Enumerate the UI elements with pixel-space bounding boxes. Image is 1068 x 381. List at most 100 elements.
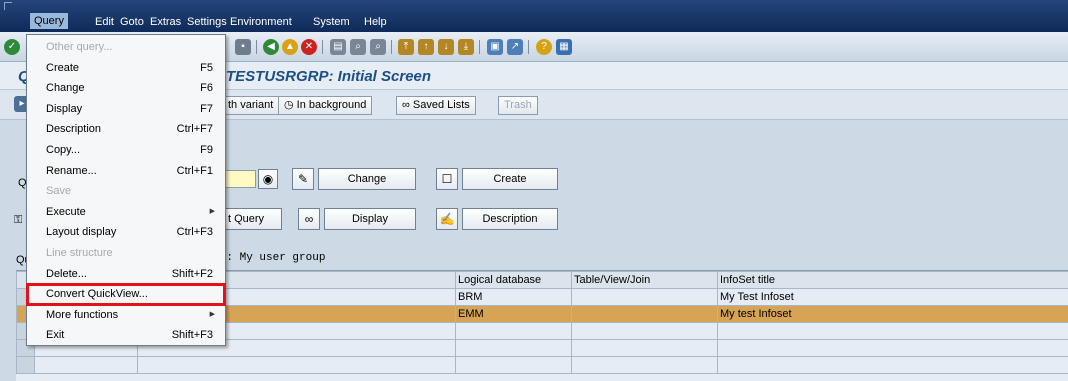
- next-page-icon[interactable]: ↓: [438, 39, 454, 55]
- menu-item-shortcut: F7: [200, 102, 213, 115]
- display-glasses-icon[interactable]: ∞: [298, 208, 320, 230]
- first-page-icon[interactable]: ⤒: [398, 39, 414, 55]
- menu-item-other-query: Other query...: [27, 37, 225, 58]
- create-page-icon[interactable]: ☐: [436, 168, 458, 190]
- menu-item-execute[interactable]: Execute ▶: [27, 202, 225, 223]
- table-cell: [571, 339, 718, 357]
- display-button[interactable]: Display: [324, 208, 416, 230]
- menu-item-change[interactable]: Change F6: [27, 78, 225, 99]
- menu-item-display[interactable]: Display F7: [27, 99, 225, 120]
- row-selector[interactable]: [16, 356, 35, 374]
- menu-item-shortcut: F6: [200, 82, 213, 95]
- menu-settings[interactable]: Settings: [187, 16, 227, 28]
- table-cell: [137, 356, 456, 374]
- table-row[interactable]: [16, 356, 1068, 374]
- menu-item-description[interactable]: Description Ctrl+F7: [27, 119, 225, 140]
- saved-lists-label: Saved Lists: [412, 99, 470, 111]
- save-icon[interactable]: ▪: [235, 39, 251, 55]
- menu-item-label: Save: [46, 185, 72, 198]
- exit-icon[interactable]: ▲: [282, 39, 298, 55]
- toolbar-separator: [528, 40, 529, 54]
- menu-help[interactable]: Help: [364, 16, 387, 28]
- table-cell: [717, 322, 1068, 340]
- change-pencil-icon[interactable]: ✎: [292, 168, 314, 190]
- table-cell: [455, 322, 572, 340]
- submenu-arrow-icon: ▶: [209, 310, 215, 318]
- change-button[interactable]: Change: [318, 168, 416, 190]
- menu-item-label: Other query...: [46, 41, 113, 53]
- menu-item-exit[interactable]: Exit Shift+F3: [27, 325, 225, 346]
- menu-item-label: Create: [46, 61, 80, 74]
- table-cell: My Test Infoset: [717, 288, 1068, 306]
- saved-lists-button[interactable]: ∞ Saved Lists: [396, 96, 476, 115]
- table-cell: [455, 356, 572, 374]
- menu-item-label: More functions: [46, 308, 119, 321]
- page-title: TESTUSRGRP: Initial Screen: [226, 68, 432, 85]
- table-cell: BRM: [455, 288, 572, 306]
- shortcut-icon[interactable]: ↗: [507, 39, 523, 55]
- new-session-icon[interactable]: ▣: [487, 39, 503, 55]
- menu-item-label: Description: [46, 123, 102, 136]
- menu-edit[interactable]: Edit: [95, 16, 114, 28]
- help-icon[interactable]: ?: [536, 39, 552, 55]
- menu-goto[interactable]: Goto: [120, 16, 144, 28]
- find-icon[interactable]: ⌕: [350, 39, 366, 55]
- description-doc-icon[interactable]: ✍: [436, 208, 458, 230]
- back-icon[interactable]: ◀: [263, 39, 279, 55]
- table-cell: [717, 339, 1068, 357]
- glasses-icon: ∞: [402, 99, 413, 111]
- menu-item-label: Display: [46, 102, 83, 115]
- menu-item-save: Save: [27, 181, 225, 202]
- menu-item-delete[interactable]: Delete... Shift+F2: [27, 264, 225, 285]
- query-dropdown-menu: Other query... Create F5 Change F6 Display F7 D…: [26, 34, 226, 346]
- menu-item-shortcut: F5: [200, 61, 213, 74]
- print-icon[interactable]: ▤: [330, 39, 346, 55]
- menu-environment[interactable]: Environment: [230, 16, 292, 28]
- menu-item-convert-quickview[interactable]: Convert QuickView...: [26, 283, 226, 307]
- menu-item-rename[interactable]: Rename... Ctrl+F1: [27, 161, 225, 182]
- description-button[interactable]: Description: [462, 208, 558, 230]
- find-next-icon[interactable]: ⌕: [370, 39, 386, 55]
- menu-query[interactable]: Query: [30, 13, 68, 29]
- trash-button[interactable]: Trash: [498, 96, 538, 115]
- menu-item-shortcut: Shift+F3: [171, 329, 213, 342]
- execute-with-variant-button[interactable]: th variant: [222, 96, 280, 115]
- menu-item-line-structure: Line structure: [27, 243, 225, 264]
- table-cell: [455, 339, 572, 357]
- clock-icon: ◷: [284, 99, 297, 111]
- column-header[interactable]: Table/View/Join: [571, 271, 718, 289]
- menu-item-label: Line structure: [46, 247, 113, 259]
- menu-item-shortcut: Shift+F2: [171, 267, 213, 280]
- toolbar-separator: [479, 40, 480, 54]
- menu-item-layout-display[interactable]: Layout display Ctrl+F3: [27, 222, 225, 243]
- table-cell: My test Infoset: [717, 305, 1068, 323]
- column-header[interactable]: Logical database: [455, 271, 572, 289]
- menu-item-create[interactable]: Create F5: [27, 58, 225, 79]
- enter-icon[interactable]: ✓: [4, 39, 20, 55]
- menu-item-shortcut: Ctrl+F3: [176, 226, 213, 239]
- menu-item-label: Delete...: [46, 267, 87, 280]
- table-cell: [571, 356, 718, 374]
- menu-item-shortcut: Ctrl+F1: [176, 164, 213, 177]
- menu-item-label: Execute: [46, 205, 86, 218]
- menu-item-shortcut: Ctrl+F7: [176, 123, 213, 136]
- toolbar-separator: [256, 40, 257, 54]
- cancel-icon[interactable]: ✕: [301, 39, 317, 55]
- last-page-icon[interactable]: ⤓: [458, 39, 474, 55]
- menu-item-label: Copy...: [46, 144, 81, 156]
- menu-item-label: Convert QuickView...: [46, 288, 148, 301]
- previous-page-icon[interactable]: ↑: [418, 39, 434, 55]
- column-header[interactable]: InfoSet title: [717, 271, 1068, 289]
- table-cell: [571, 322, 718, 340]
- table-cell: [571, 288, 718, 306]
- menu-item-copy[interactable]: Copy... F9: [27, 140, 225, 161]
- menu-item-label: Exit: [46, 329, 65, 342]
- customize-layout-icon[interactable]: ▦: [556, 39, 572, 55]
- menu-system[interactable]: System: [313, 16, 350, 28]
- create-button[interactable]: Create: [462, 168, 558, 190]
- execute-small-icon[interactable]: ⚿: [14, 214, 22, 227]
- menu-extras[interactable]: Extras: [150, 16, 181, 28]
- in-background-button[interactable]: ◷ In background: [278, 96, 373, 115]
- search-help-icon[interactable]: ◉: [258, 169, 278, 189]
- menu-item-more-functions[interactable]: More functions ▶: [27, 305, 225, 326]
